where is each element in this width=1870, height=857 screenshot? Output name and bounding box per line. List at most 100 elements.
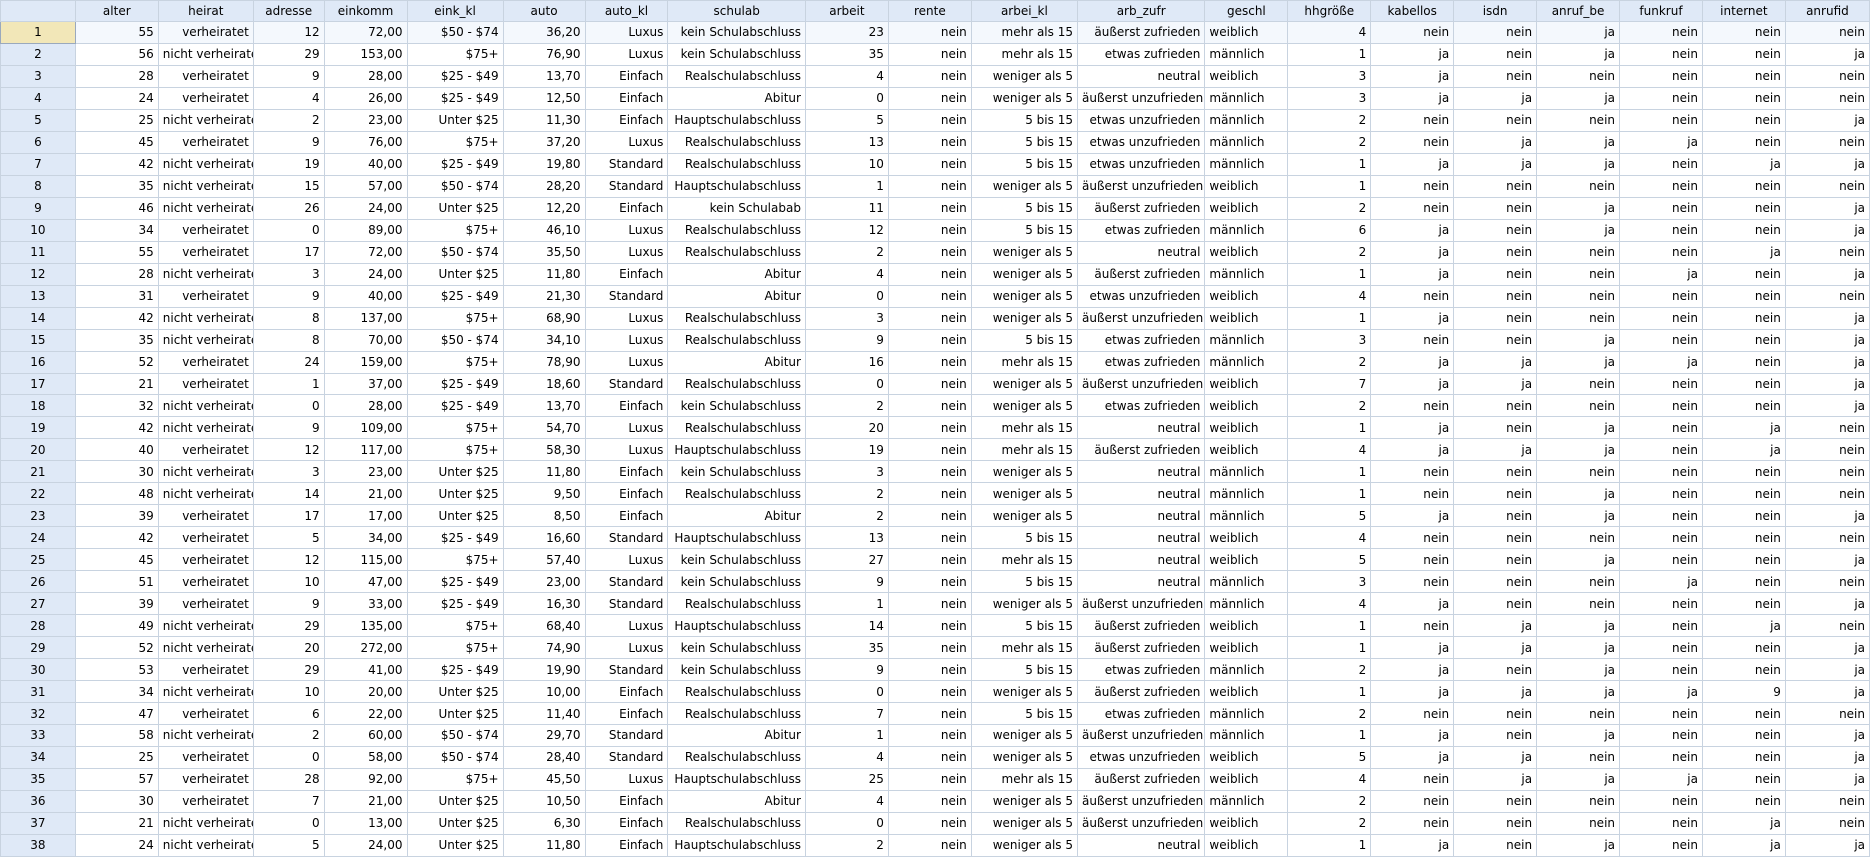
data-cell[interactable]: Realschulabschluss	[667, 64, 806, 88]
data-cell[interactable]: männlich	[1204, 702, 1289, 725]
data-cell[interactable]: 5 bis 15	[970, 196, 1078, 220]
data-cell[interactable]: ja	[1536, 614, 1621, 638]
data-cell[interactable]: nicht verheiratet	[157, 42, 254, 66]
data-cell[interactable]: Unter $25	[406, 482, 504, 506]
data-cell[interactable]: nein	[1701, 174, 1786, 198]
data-cell[interactable]: Luxus	[584, 614, 669, 638]
data-cell[interactable]: nein	[1701, 504, 1786, 528]
data-cell[interactable]: Luxus	[584, 438, 669, 462]
data-cell[interactable]: ja	[1536, 767, 1621, 791]
data-cell[interactable]: nein	[1370, 21, 1455, 44]
data-cell[interactable]: Luxus	[584, 548, 669, 572]
data-cell[interactable]: 13	[804, 526, 889, 550]
data-cell[interactable]: 19	[252, 152, 325, 176]
data-cell[interactable]: 11,40	[502, 702, 586, 725]
data-cell[interactable]: ja	[1536, 636, 1621, 660]
data-cell[interactable]: nein	[1370, 196, 1455, 220]
row-number[interactable]: 29	[0, 636, 76, 660]
data-cell[interactable]: nein	[1701, 196, 1786, 220]
data-cell[interactable]: ja	[1370, 64, 1455, 88]
data-cell[interactable]: ja	[1784, 42, 1870, 66]
data-cell[interactable]: nein	[887, 218, 972, 242]
data-cell[interactable]: nein	[1370, 614, 1455, 638]
data-cell[interactable]: 7	[252, 789, 325, 813]
data-cell[interactable]: weiblich	[1204, 416, 1289, 440]
data-cell[interactable]: 1	[1287, 174, 1372, 198]
data-cell[interactable]: nein	[1370, 108, 1455, 132]
data-cell[interactable]: nein	[1784, 416, 1870, 440]
data-cell[interactable]: nein	[1370, 394, 1455, 418]
data-cell[interactable]: 35,50	[502, 240, 586, 264]
data-cell[interactable]: 13,70	[502, 64, 586, 88]
data-cell[interactable]: nein	[1619, 372, 1703, 396]
data-cell[interactable]: 74,90	[502, 636, 586, 660]
row-number[interactable]: 9	[0, 196, 76, 220]
data-cell[interactable]: 52	[74, 636, 159, 660]
data-cell[interactable]: äußerst zufrieden	[1076, 680, 1206, 704]
data-cell[interactable]: ja	[1701, 416, 1786, 440]
data-cell[interactable]: Realschulabschluss	[667, 218, 806, 242]
data-cell[interactable]: Unter $25	[406, 811, 504, 835]
data-cell[interactable]: 1	[1287, 42, 1372, 66]
data-cell[interactable]: ja	[1784, 548, 1870, 572]
data-cell[interactable]: nein	[887, 130, 972, 154]
data-cell[interactable]: 6,30	[502, 811, 586, 835]
data-cell[interactable]: $25 - $49	[406, 592, 504, 616]
data-cell[interactable]: nein	[1784, 86, 1870, 110]
data-cell[interactable]: weniger als 5	[970, 745, 1078, 769]
data-cell[interactable]: $25 - $49	[406, 64, 504, 88]
data-cell[interactable]: 4	[1287, 592, 1372, 616]
data-cell[interactable]: 58,00	[323, 745, 408, 769]
data-cell[interactable]: weniger als 5	[970, 64, 1078, 88]
row-number[interactable]: 27	[0, 592, 76, 616]
data-cell[interactable]: nein	[1536, 394, 1621, 418]
data-cell[interactable]: weiblich	[1204, 526, 1289, 550]
data-cell[interactable]: ja	[1370, 152, 1455, 176]
data-cell[interactable]: 1	[1287, 724, 1372, 747]
data-cell[interactable]: Abitur	[667, 86, 806, 110]
data-cell[interactable]: 153,00	[323, 42, 408, 66]
column-header-auto-kl[interactable]: auto_kl	[584, 0, 669, 22]
data-cell[interactable]: $75+	[406, 438, 504, 462]
data-cell[interactable]: weiblich	[1204, 636, 1289, 660]
data-cell[interactable]: 42	[74, 526, 159, 550]
data-cell[interactable]: Standard	[584, 284, 669, 308]
row-number[interactable]: 12	[0, 262, 76, 286]
data-cell[interactable]: nein	[1453, 833, 1538, 857]
data-cell[interactable]: 1	[1287, 262, 1372, 286]
data-cell[interactable]: 12,50	[502, 86, 586, 110]
data-cell[interactable]: ja	[1536, 833, 1621, 857]
data-cell[interactable]: verheiratet	[157, 240, 254, 264]
data-cell[interactable]: nein	[1453, 196, 1538, 220]
data-cell[interactable]: nein	[887, 438, 972, 462]
data-cell[interactable]: weniger als 5	[970, 789, 1078, 813]
column-header-eink-kl[interactable]: eink_kl	[406, 0, 504, 22]
data-cell[interactable]: nein	[1619, 702, 1703, 725]
data-cell[interactable]: ja	[1784, 350, 1870, 374]
data-cell[interactable]: 12,20	[502, 196, 586, 220]
data-cell[interactable]: 0	[804, 86, 889, 110]
data-cell[interactable]: nein	[1619, 108, 1703, 132]
data-cell[interactable]: männlich	[1204, 570, 1289, 594]
data-cell[interactable]: nicht verheiratet	[157, 636, 254, 660]
data-cell[interactable]: ja	[1784, 152, 1870, 176]
data-cell[interactable]: 1	[1287, 460, 1372, 484]
data-cell[interactable]: 13	[804, 130, 889, 154]
data-cell[interactable]: 51	[74, 570, 159, 594]
data-cell[interactable]: 5 bis 15	[970, 108, 1078, 132]
data-cell[interactable]: 9	[804, 328, 889, 352]
data-cell[interactable]: ja	[1370, 218, 1455, 242]
data-cell[interactable]: ja	[1536, 504, 1621, 528]
data-cell[interactable]: nein	[1536, 174, 1621, 198]
row-number[interactable]: 6	[0, 130, 76, 154]
column-header-heirat[interactable]: heirat	[157, 0, 254, 22]
data-cell[interactable]: Realschulabschluss	[667, 482, 806, 506]
data-cell[interactable]: Abitur	[667, 724, 806, 747]
data-cell[interactable]: 3	[1287, 86, 1372, 110]
data-cell[interactable]: kein Schulabschluss	[667, 548, 806, 572]
data-cell[interactable]: 10	[252, 680, 325, 704]
data-cell[interactable]: nein	[1536, 306, 1621, 330]
data-cell[interactable]: äußerst unzufrieden	[1076, 789, 1206, 813]
data-cell[interactable]: kein Schulabschluss	[667, 460, 806, 484]
data-cell[interactable]: nein	[887, 724, 972, 747]
